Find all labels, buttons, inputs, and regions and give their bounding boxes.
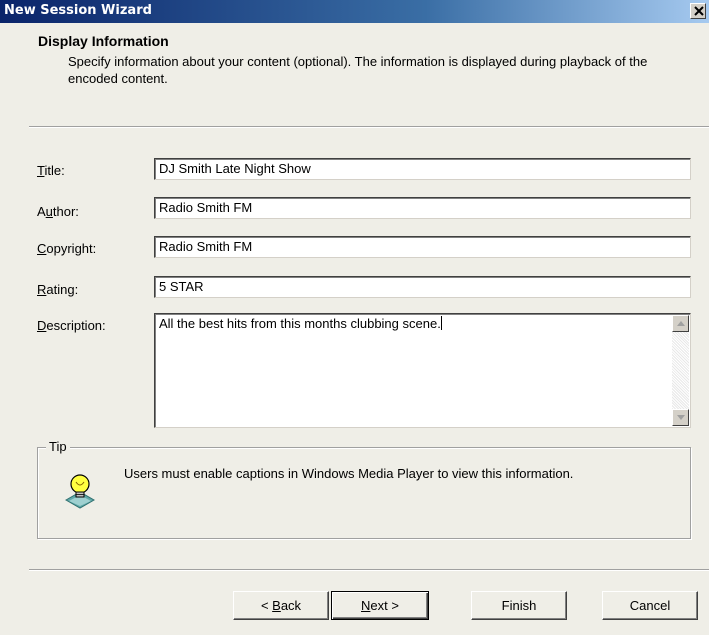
arrow-up-icon	[677, 321, 685, 326]
lightbulb-icon	[62, 470, 98, 515]
page-title: Display Information	[38, 33, 169, 49]
scroll-down-button[interactable]	[672, 409, 689, 426]
page-description: Specify information about your content (…	[68, 54, 648, 86]
description-textarea[interactable]: All the best hits from this months clubb…	[154, 313, 691, 428]
description-label: Description:	[37, 318, 106, 333]
arrow-down-icon	[677, 415, 685, 420]
back-button[interactable]: < Back	[233, 591, 329, 620]
wizard-window: New Session Wizard Display Information S…	[0, 0, 709, 635]
description-scrollbar[interactable]	[672, 315, 689, 426]
footer-separator	[29, 569, 709, 571]
copyright-label: Copyright:	[37, 241, 97, 256]
cancel-button[interactable]: Cancel	[602, 591, 698, 620]
header-separator	[29, 126, 709, 128]
copyright-field[interactable]: Radio Smith FM	[154, 236, 691, 258]
wizard-header: Display Information Specify information …	[0, 23, 709, 127]
description-text: All the best hits from this months clubb…	[159, 316, 442, 331]
tip-legend: Tip	[46, 439, 70, 454]
author-label: Author:	[37, 204, 79, 219]
next-button[interactable]: Next >	[331, 591, 429, 620]
title-label: Title:	[37, 163, 65, 178]
title-bar: New Session Wizard	[0, 0, 709, 23]
tip-groupbox	[37, 447, 691, 539]
finish-button[interactable]: Finish	[471, 591, 567, 620]
text-caret	[440, 316, 442, 330]
rating-field[interactable]: 5 STAR	[154, 276, 691, 298]
author-field[interactable]: Radio Smith FM	[154, 197, 691, 219]
window-title: New Session Wizard	[4, 3, 152, 18]
scroll-up-button[interactable]	[672, 315, 689, 332]
title-field[interactable]: DJ Smith Late Night Show	[154, 158, 691, 180]
close-button[interactable]	[690, 3, 706, 19]
tip-text: Users must enable captions in Windows Me…	[124, 466, 574, 481]
rating-label: Rating:	[37, 282, 79, 297]
